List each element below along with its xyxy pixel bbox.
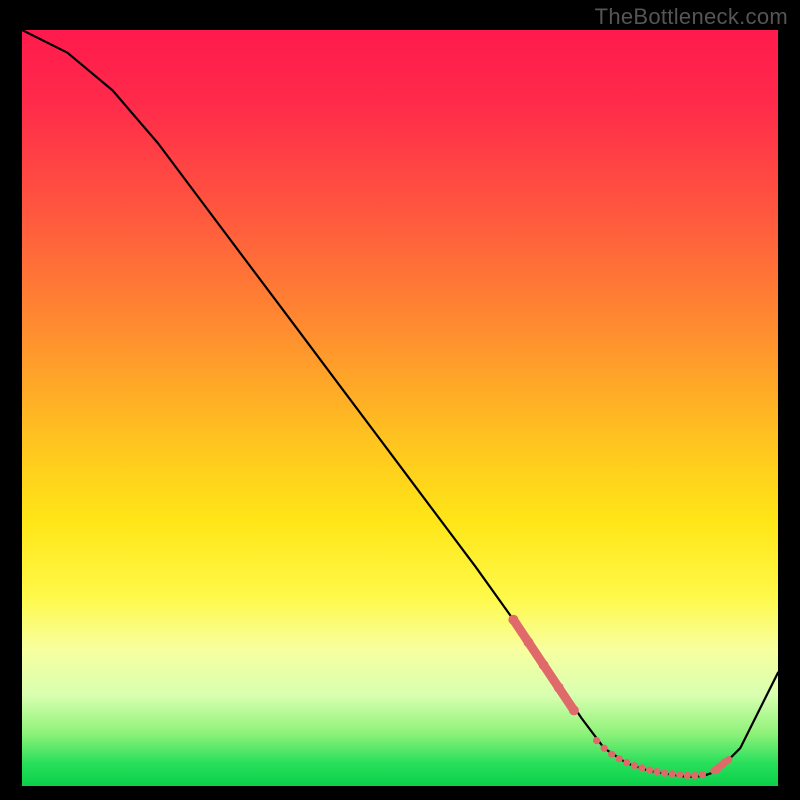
data-point [661, 770, 668, 777]
data-point [524, 637, 534, 647]
bottleneck-curve [22, 30, 778, 777]
data-point [623, 759, 630, 766]
data-point [699, 771, 706, 778]
data-point [608, 751, 615, 758]
data-point [638, 764, 645, 771]
plot-area [22, 30, 778, 786]
data-point [669, 770, 676, 777]
data-point [539, 660, 549, 670]
data-point [684, 772, 691, 779]
data-point [593, 737, 600, 744]
chart-frame: TheBottleneck.com [0, 0, 800, 800]
data-point [691, 772, 698, 779]
data-point [508, 615, 518, 625]
data-point [646, 767, 653, 774]
data-point [653, 768, 660, 775]
curve-svg [22, 30, 778, 786]
watermark-text: TheBottleneck.com [595, 4, 788, 30]
data-point-cluster-tail [714, 760, 729, 771]
data-point [676, 771, 683, 778]
data-point [616, 755, 623, 762]
data-point [601, 745, 608, 752]
data-point [631, 762, 638, 769]
data-point [569, 705, 579, 715]
data-point-group [508, 615, 728, 779]
data-point [554, 683, 564, 693]
